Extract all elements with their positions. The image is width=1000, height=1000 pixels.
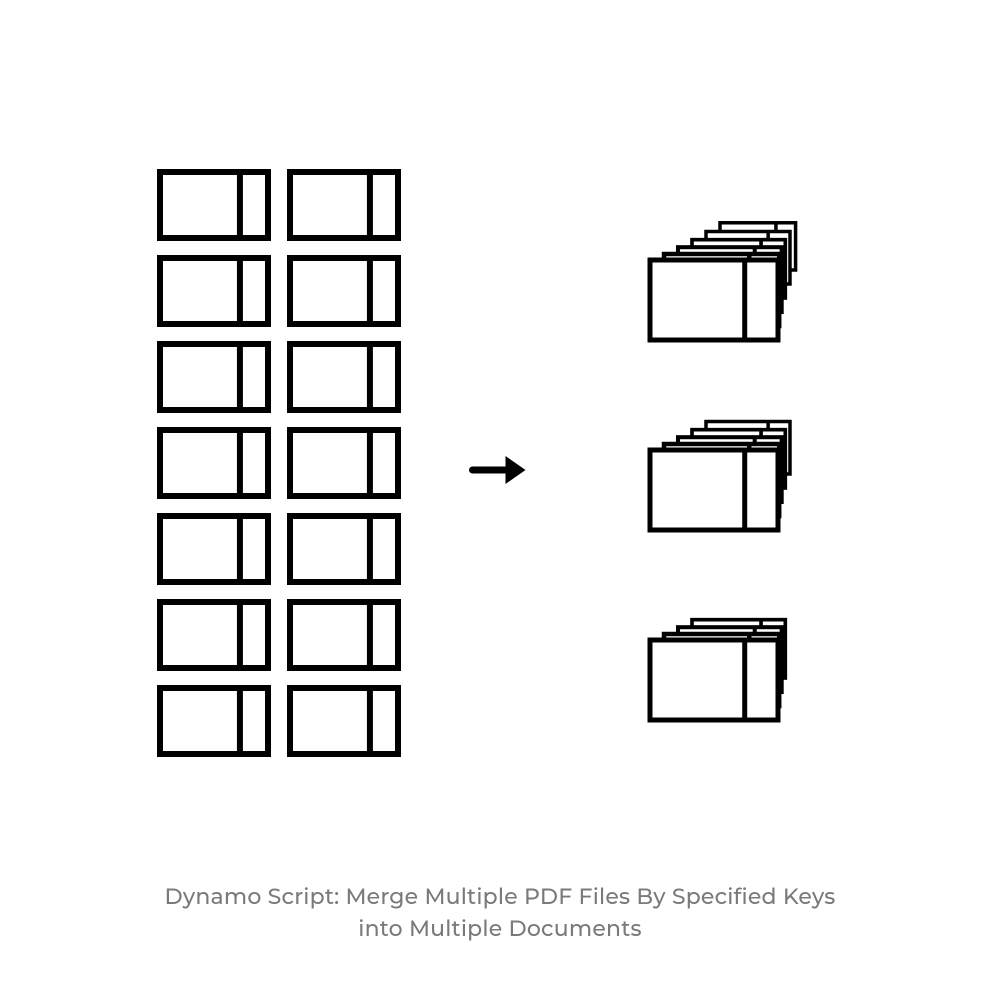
output-stacks [650,223,796,720]
input-page [160,344,268,410]
caption-line-2: into Multiple Documents [0,913,1000,945]
input-page [290,430,398,496]
input-page [290,688,398,754]
stacked-page [650,450,778,530]
input-page [160,172,268,238]
input-page [290,516,398,582]
input-page [290,258,398,324]
diagram-svg [0,0,1000,1000]
stacked-page [650,640,778,720]
input-page [160,516,268,582]
caption-line-1: Dynamo Script: Merge Multiple PDF Files … [0,881,1000,913]
output-stack [650,620,785,720]
diagram-canvas: Dynamo Script: Merge Multiple PDF Files … [0,0,1000,1000]
input-page [290,602,398,668]
input-page [160,430,268,496]
output-stack [650,422,790,530]
input-page [290,344,398,410]
input-page-grid [160,172,398,754]
output-stack [650,223,796,340]
input-page [160,258,268,324]
caption: Dynamo Script: Merge Multiple PDF Files … [0,881,1000,945]
arrow-right-icon [473,456,526,484]
input-page [160,602,268,668]
input-page [160,688,268,754]
stacked-page [650,260,778,340]
input-page [290,172,398,238]
